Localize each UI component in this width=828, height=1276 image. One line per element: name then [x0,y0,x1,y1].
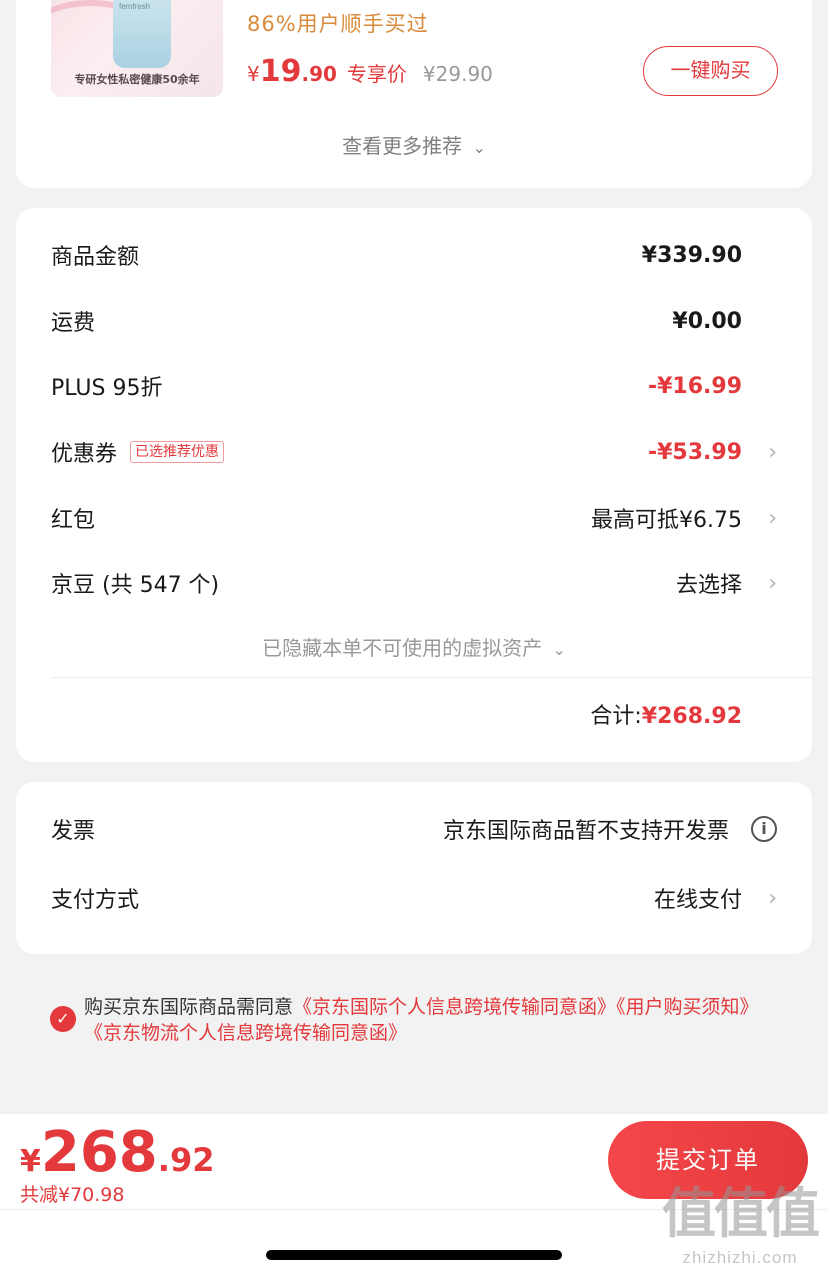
chevron-down-icon: ⌄ [552,640,566,659]
payable-total: ¥ 268 .92 [20,1120,214,1185]
agreement-text: 购买京东国际商品需同意《京东国际个人信息跨境传输同意函》《用户购买须知》《京东物… [84,994,750,1046]
chevron-down-icon: ⌄ [472,138,486,157]
row-shipping: 运费 ¥0.00 [51,301,777,341]
row-red-packet[interactable]: 红包 最高可抵¥6.75 › [51,498,777,538]
invoice-value: 京东国际商品暂不支持开发票 [442,819,729,844]
coupon-badge: 已选推荐优惠 [130,441,225,463]
chevron-right-icon: › [768,570,777,596]
subtotal-value: ¥268.92 [641,704,742,729]
row-invoice[interactable]: 发票 京东国际商品暂不支持开发票 i [51,809,777,849]
product-brand: femfresh [119,2,151,11]
row-jd-beans[interactable]: 京豆 (共 547 个) 去选择 › [51,563,777,603]
bottom-bar: ¥ 268 .92 共减¥70.98 提交订单 值值值 zhizhizhi.co… [0,1114,828,1276]
subtotal: 合计: ¥268.92 [590,698,742,730]
payment-method-value: 在线支付 [653,888,742,913]
divider [51,677,812,678]
red-packet-value: 最高可抵¥6.75 [591,508,742,533]
row-payment-method[interactable]: 支付方式 在线支付 › [51,878,777,918]
watermark: 值值值 zhizhizhi.com [662,1169,820,1268]
chevron-right-icon: › [768,505,777,531]
product-bottle-image: femfresh [113,0,171,68]
chevron-right-icon: › [768,439,777,465]
payment-method-label: 支付方式 [51,888,140,913]
plus-discount-value: -¥16.99 [647,373,742,399]
watermark-logo: 值值值 [662,1182,820,1245]
coupon-label: 优惠券 [51,442,118,467]
agreement-checkbox[interactable]: ✓ [50,1006,76,1032]
red-packet-label: 红包 [51,508,96,533]
jd-beans-value: 去选择 [675,573,742,598]
amount-card: 商品金额 ¥339.90 运费 ¥0.00 PLUS 95折 -¥16.99 优… [16,208,812,762]
agreement: ✓ 购买京东国际商品需同意《京东国际个人信息跨境传输同意函》《用户购买须知》《京… [50,994,750,1046]
row-goods-amount: 商品金额 ¥339.90 [51,235,777,275]
price-currency: ¥ [247,62,260,86]
total-currency: ¥ [20,1144,41,1179]
recommendation-card: femfresh 专研女性私密健康50余年 86%用户顺手买过 ¥ 19 .90… [16,0,812,188]
thumbnail-caption: 专研女性私密健康50余年 [74,73,200,86]
chevron-right-icon: › [768,885,777,911]
shipping-label: 运费 [51,311,96,336]
invoice-payment-card: 发票 京东国际商品暂不支持开发票 i 支付方式 在线支付 › [16,782,812,954]
info-icon[interactable]: i [751,816,777,842]
home-indicator[interactable] [266,1250,562,1260]
jd-beans-label: 京豆 (共 547 个) [51,573,220,598]
watermark-url: zhizhizhi.com [682,1248,798,1267]
agreement-prefix: 购买京东国际商品需同意 [84,996,294,1018]
plus-discount-label: PLUS 95折 [51,376,163,401]
one-click-buy-button[interactable]: 一键购买 [643,46,778,96]
product-thumbnail[interactable]: femfresh 专研女性私密健康50余年 [51,0,223,97]
more-recommendations-link[interactable]: 查看更多推荐 ⌄ [16,130,812,159]
row-plus-discount: PLUS 95折 -¥16.99 [51,366,777,406]
invoice-label: 发票 [51,819,96,844]
total-integer: 268 [40,1120,158,1185]
hidden-assets-toggle[interactable]: 已隐藏本单不可使用的虚拟资产 ⌄ [16,632,812,661]
recommend-price: ¥ 19 .90 专享价 ¥29.90 [247,54,493,89]
sold-percentage: 86%用户顺手买过 [247,12,429,36]
price-integer: 19 [259,54,302,89]
total-decimal: .92 [157,1141,215,1179]
hidden-assets-label: 已隐藏本单不可使用的虚拟资产 [262,636,543,660]
row-coupon[interactable]: 优惠券 已选推荐优惠 -¥53.99 › [51,432,777,472]
subtotal-label: 合计: [590,704,642,729]
price-decimal: .90 [301,62,337,86]
goods-amount-label: 商品金额 [51,245,140,270]
coupon-value: -¥53.99 [647,439,742,465]
total-savings: 共减¥70.98 [20,1184,125,1206]
price-tag: 专享价 [346,62,407,86]
more-recommendations-label: 查看更多推荐 [342,134,463,158]
original-price: ¥29.90 [422,62,493,86]
shipping-value: ¥0.00 [672,308,742,334]
goods-amount-value: ¥339.90 [641,242,742,268]
